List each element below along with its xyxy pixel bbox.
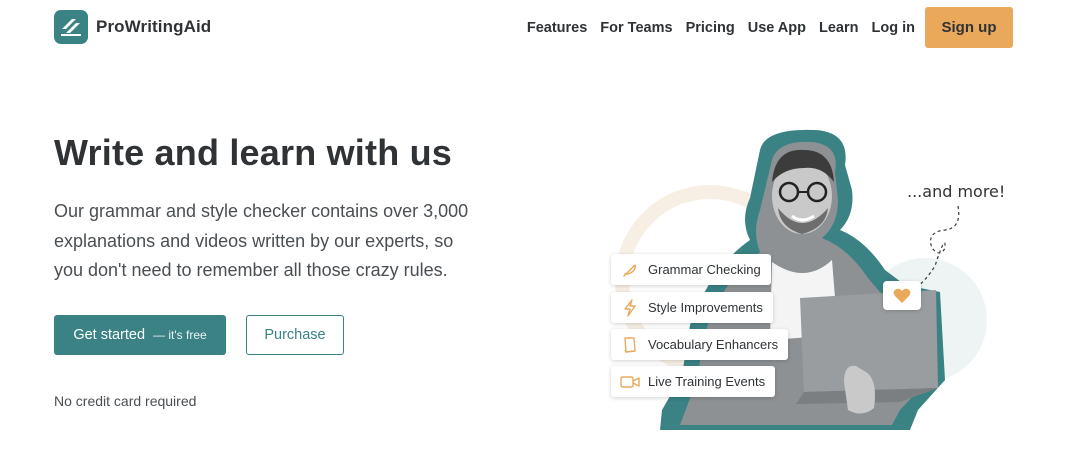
get-started-label: Get started [73,327,146,343]
hero-title: Write and learn with us [54,132,452,173]
signup-button[interactable]: Sign up [925,7,1013,48]
site-header: ProWritingAid Features For Teams Pricing… [0,0,1080,56]
brand-name: ProWritingAid [96,17,212,36]
hero-description: Our grammar and style checker contains o… [54,201,469,280]
video-camera-icon [620,372,640,392]
nav-features[interactable]: Features [527,20,587,36]
nav-for-teams[interactable]: For Teams [600,20,672,36]
feature-card-grammar: Grammar Checking [611,254,771,285]
main-nav: Features For Teams Pricing Use App Learn… [527,7,1013,48]
feature-label: Live Training Events [648,374,766,389]
feature-card-vocabulary: Vocabulary Enhancers [611,329,789,360]
nav-login[interactable]: Log in [872,20,916,36]
purchase-button[interactable]: Purchase [246,315,344,355]
heart-icon [893,288,911,303]
nav-pricing[interactable]: Pricing [686,20,735,36]
nav-use-app[interactable]: Use App [748,20,806,36]
get-started-sublabel: — it's free [153,328,207,342]
feature-card-style: Style Improvements [611,292,773,323]
book-icon [620,335,640,355]
nav-learn[interactable]: Learn [819,20,859,36]
feature-label: Vocabulary Enhancers [648,337,779,352]
lightning-icon [620,298,640,318]
feature-card-training: Live Training Events [611,366,776,397]
brand-logo[interactable]: ProWritingAid [54,10,211,44]
logo-icon [54,10,88,44]
get-started-button[interactable]: Get started — it's free [54,315,226,355]
no-credit-card-note: No credit card required [54,393,197,409]
hero-illustration: ...and more! Grammar Checking Style Impr… [600,120,1040,440]
feature-label: Style Improvements [648,300,763,315]
feature-label: Grammar Checking [648,262,761,277]
and-more-label: ...and more! [907,182,1006,201]
heart-badge [883,281,921,310]
feather-icon [620,260,640,280]
